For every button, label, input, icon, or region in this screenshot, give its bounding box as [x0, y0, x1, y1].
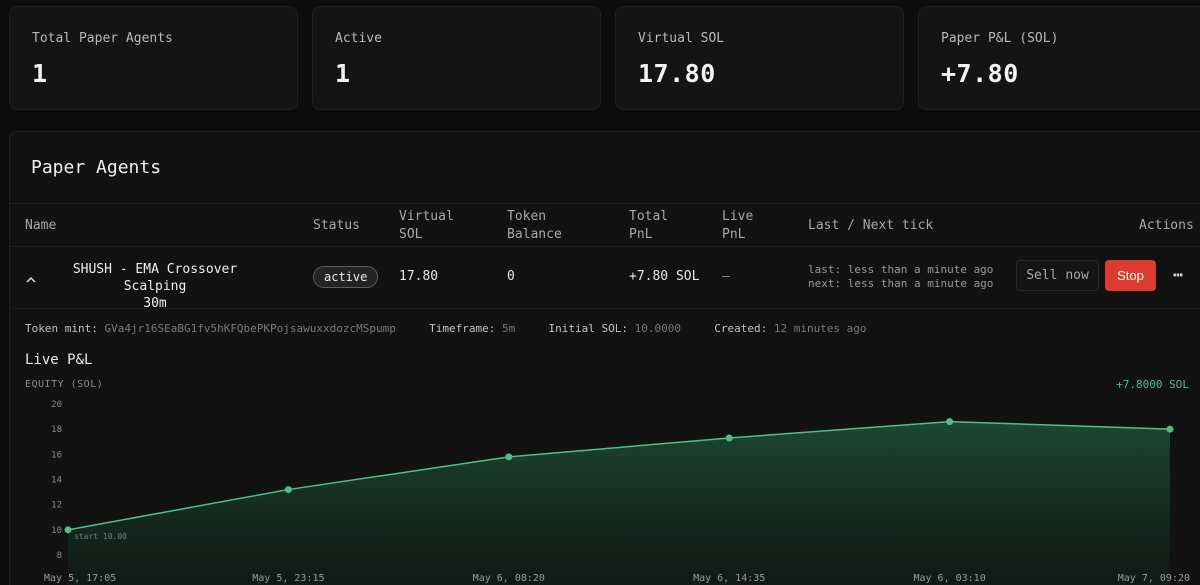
stat-card-virtual-sol: Virtual SOL 17.80: [615, 6, 904, 110]
equity-chart: 8 10 12 14 16 18 20 start 10.00 May 5, 17:05 May …: [44, 400, 1190, 585]
equity-area: [68, 421, 1170, 585]
equity-point[interactable]: [946, 418, 954, 426]
stat-label: Total Paper Agents: [32, 31, 173, 46]
stat-value: 17.80: [638, 59, 716, 88]
stats-row: Total Paper Agents 1 Active 1 Virtual SO…: [9, 6, 1200, 110]
stat-card-paper-pnl: Paper P&L (SOL) +7.80: [918, 6, 1200, 110]
stat-value: 1: [335, 59, 351, 88]
x-tick-label: May 6, 14:35: [693, 573, 765, 584]
y-tick-label: 10: [51, 526, 62, 536]
stat-card-active: Active 1: [312, 6, 601, 110]
stat-label: Virtual SOL: [638, 31, 725, 46]
x-tick-label: May 6, 08:20: [473, 573, 545, 584]
y-tick-label: 12: [51, 501, 62, 511]
y-tick-label: 8: [57, 551, 62, 561]
y-tick-label: 14: [51, 476, 62, 486]
x-tick-label: May 5, 23:15: [252, 573, 324, 584]
equity-point[interactable]: [725, 434, 733, 442]
y-tick-label: 16: [51, 450, 62, 460]
start-annotation: start 10.00: [74, 532, 127, 541]
stat-value: 1: [32, 59, 48, 88]
y-tick-label: 20: [51, 400, 62, 410]
x-tick-label: May 7, 09:20: [1118, 573, 1190, 584]
stat-card-total-agents: Total Paper Agents 1: [9, 6, 298, 110]
x-tick-label: May 6, 03:10: [913, 573, 985, 584]
paper-agents-panel: Paper Agents Name Status Virtual SOL Tok…: [9, 131, 1200, 585]
x-tick-label: May 5, 17:05: [44, 573, 116, 584]
equity-point[interactable]: [1166, 425, 1174, 433]
stat-label: Paper P&L (SOL): [941, 31, 1059, 46]
equity-point[interactable]: [64, 526, 72, 534]
y-tick-label: 18: [51, 425, 62, 435]
stat-value: +7.80: [941, 59, 1019, 88]
equity-point[interactable]: [505, 453, 513, 461]
equity-point[interactable]: [284, 486, 292, 494]
stat-label: Active: [335, 31, 382, 46]
